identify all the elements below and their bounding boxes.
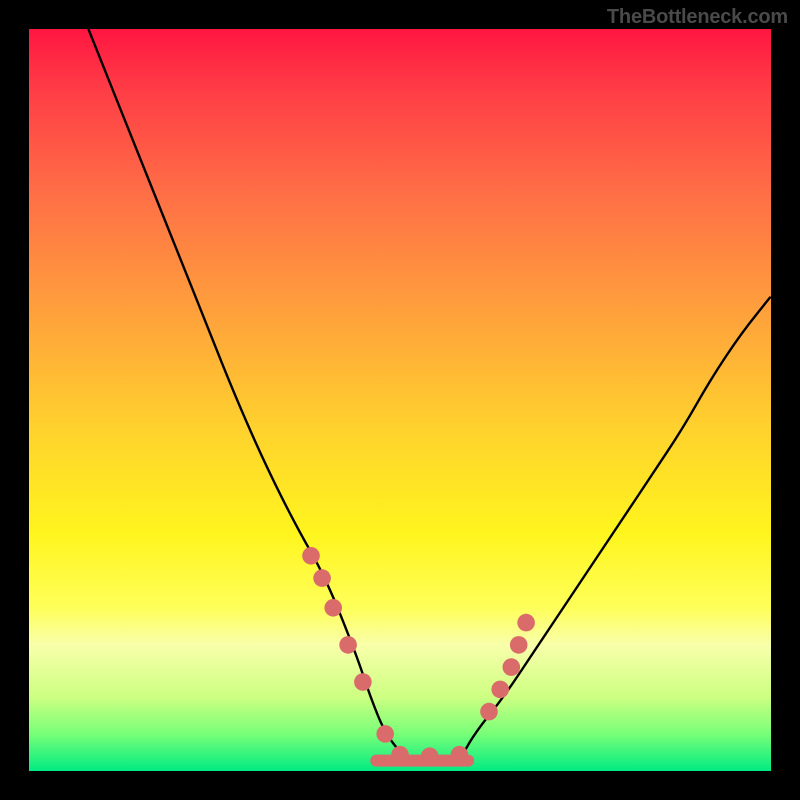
marker-dot	[517, 614, 535, 632]
marker-dot	[339, 636, 357, 654]
marker-dot	[313, 569, 331, 587]
marker-dot	[302, 547, 320, 565]
curve-layer	[29, 29, 771, 771]
marker-dot	[376, 725, 394, 743]
bottleneck-curve	[88, 29, 771, 761]
highlight-markers	[302, 547, 535, 765]
plot-area	[29, 29, 771, 771]
marker-dot	[451, 746, 469, 764]
marker-dot	[391, 746, 409, 764]
marker-dot	[480, 703, 498, 721]
marker-dot	[510, 636, 528, 654]
marker-dot	[503, 658, 521, 676]
marker-dot	[324, 599, 342, 617]
marker-dot	[491, 681, 509, 699]
marker-dot	[421, 747, 439, 765]
chart-frame: TheBottleneck.com	[0, 0, 800, 800]
marker-dot	[354, 673, 372, 691]
watermark-text: TheBottleneck.com	[607, 6, 788, 29]
